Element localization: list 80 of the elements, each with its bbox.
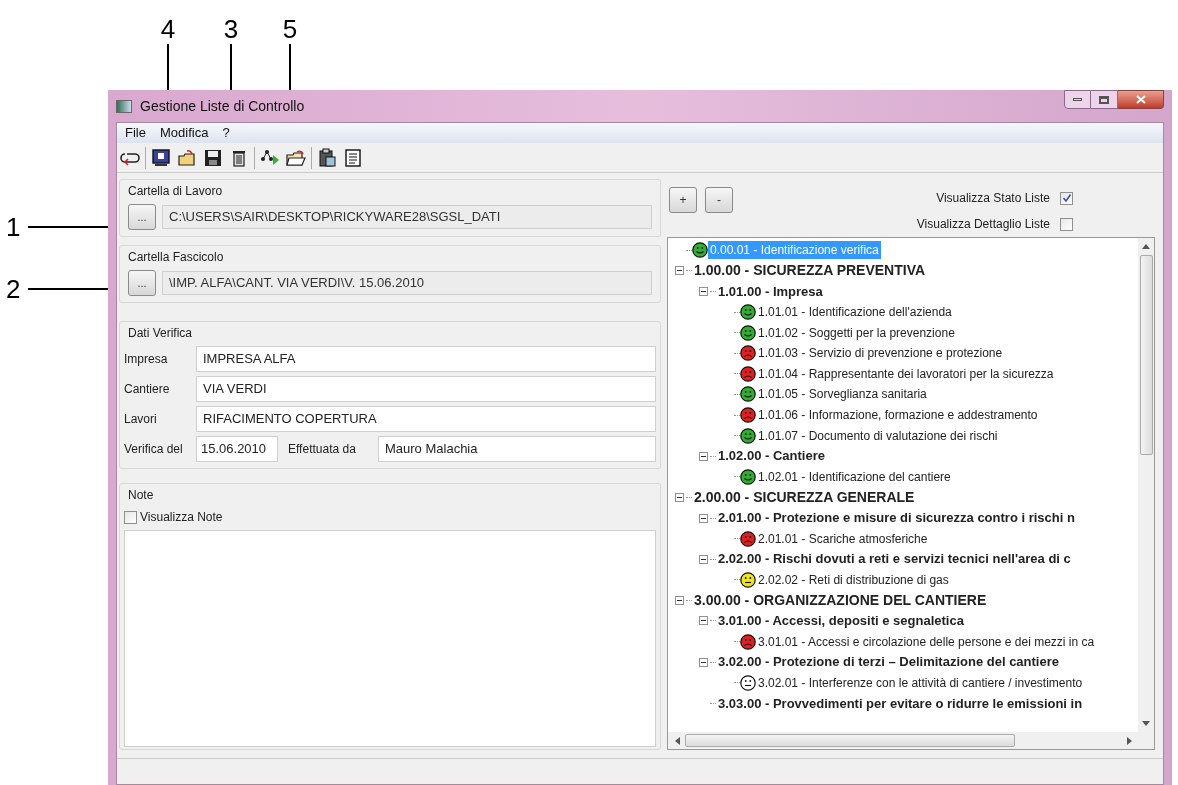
collapse-icon[interactable] bbox=[674, 266, 684, 276]
tree-item[interactable]: 1.01.06 - Informazione, formazione e addestramento bbox=[756, 406, 1040, 425]
tree-item[interactable]: 3.01.01 - Accessi e circolazione delle persone e dei mezzi in ca bbox=[756, 632, 1097, 651]
horizontal-scrollbar[interactable] bbox=[668, 732, 1154, 749]
close-icon bbox=[1135, 95, 1146, 104]
text-field[interactable]: RIFACIMENTO COPERTURA bbox=[196, 406, 656, 432]
text-field[interactable]: VIA VERDI bbox=[196, 376, 656, 402]
window-title: Gestione Liste di Controllo bbox=[140, 96, 305, 116]
path-field[interactable]: \IMP. ALFA\CANT. VIA VERDI\V. 15.06.2010 bbox=[162, 271, 652, 295]
tree-item[interactable]: 2.01.01 - Scariche atmosferiche bbox=[756, 529, 930, 548]
app-icon bbox=[116, 99, 132, 113]
collapse-icon[interactable] bbox=[698, 287, 708, 296]
collapse-icon[interactable] bbox=[698, 554, 708, 564]
tree-item[interactable]: 3.01.00 - Accessi, depositi e segnaletica bbox=[716, 611, 966, 631]
group-title: Cartella Fascicolo bbox=[128, 249, 225, 266]
callout-number: 2 bbox=[6, 274, 22, 304]
menu-item[interactable]: File bbox=[125, 123, 146, 143]
text-field[interactable]: IMPRESA ALFA bbox=[196, 346, 656, 372]
tree-item[interactable]: 1.01.03 - Servizio di prevenzione e protezione bbox=[756, 344, 1005, 363]
monitor-icon[interactable] bbox=[150, 146, 172, 169]
tree-item[interactable]: 3.02.01 - Interferenze con le attività di cantiere / investimento bbox=[756, 673, 1085, 692]
document-icon[interactable] bbox=[342, 146, 364, 169]
menu-item[interactable]: ? bbox=[222, 123, 230, 143]
expand-all-button[interactable]: + bbox=[669, 187, 697, 213]
text-field[interactable]: Mauro Malachia bbox=[378, 436, 656, 462]
tree-item[interactable]: 1.00.00 - SICUREZZA PREVENTIVA bbox=[692, 260, 928, 282]
minimize-button[interactable] bbox=[1064, 90, 1091, 109]
maximize-button[interactable] bbox=[1091, 90, 1118, 109]
scroll-down-icon[interactable] bbox=[1142, 721, 1150, 726]
field-label: Lavori bbox=[124, 411, 158, 428]
tree-item[interactable]: 3.02.00 - Protezione di terzi – Delimitazione del cantiere bbox=[716, 652, 1061, 672]
field-label: Effettuata da bbox=[287, 441, 357, 458]
callout-number: 3 bbox=[222, 14, 240, 44]
tree-item[interactable]: 1.01.04 - Rappresentante dei lavoratori per la sicurezza bbox=[756, 364, 1056, 383]
collapse-icon[interactable] bbox=[674, 492, 684, 502]
callout-number: 1 bbox=[6, 212, 22, 242]
collapse-icon[interactable] bbox=[698, 616, 708, 626]
clipboard-icon[interactable] bbox=[316, 146, 338, 169]
scroll-up-icon[interactable] bbox=[1142, 244, 1150, 249]
collapse-icon[interactable] bbox=[698, 513, 708, 523]
close-button[interactable] bbox=[1118, 90, 1164, 109]
collapse-icon[interactable] bbox=[698, 657, 708, 667]
collapse-icon[interactable] bbox=[698, 451, 708, 461]
scroll-left-icon[interactable] bbox=[675, 736, 680, 745]
tree-item[interactable]: 1.02.01 - Identificazione del cantiere bbox=[756, 467, 953, 486]
browse-button[interactable]: ... bbox=[128, 270, 156, 296]
callout-number: 4 bbox=[159, 14, 177, 44]
tree-item[interactable]: 1.01.01 - Identificazione dell'azienda bbox=[756, 303, 954, 322]
tree-item[interactable]: 1.01.02 - Soggetti per la prevenzione bbox=[756, 323, 957, 342]
tree-item[interactable]: 1.01.00 - Impresa bbox=[716, 281, 825, 302]
checkbox[interactable] bbox=[1060, 217, 1073, 231]
callout-number: 5 bbox=[281, 14, 299, 44]
field-label: Verifica del bbox=[124, 441, 184, 458]
tree-item[interactable]: 2.00.00 - SICUREZZA GENERALE bbox=[692, 486, 917, 508]
field-label: Cantiere bbox=[124, 381, 171, 398]
tree-item[interactable]: 3.03.00 - Provvedimenti per evitare o ridurre le emissioni in bbox=[716, 693, 1085, 714]
scroll-right-icon[interactable] bbox=[1127, 736, 1132, 745]
menu-item[interactable]: Modifica bbox=[159, 123, 209, 143]
checkbox[interactable] bbox=[1060, 191, 1073, 205]
collapse-icon[interactable] bbox=[674, 595, 684, 605]
checkbox[interactable] bbox=[124, 510, 137, 524]
tree-item[interactable]: 1.01.07 - Documento di valutazione dei rischi bbox=[756, 426, 1000, 445]
checkbox-label: Visualizza Stato Liste bbox=[936, 190, 1050, 207]
date-field[interactable]: 15.06.2010 bbox=[196, 436, 278, 462]
field-label: Impresa bbox=[124, 351, 169, 368]
browse-button[interactable]: ... bbox=[128, 204, 156, 230]
vertical-scrollbar[interactable] bbox=[1138, 238, 1154, 732]
tree-item[interactable]: 3.00.00 - ORGANIZZAZIONE DEL CANTIERE bbox=[692, 589, 989, 611]
checkbox-label: Visualizza Dettaglio Liste bbox=[916, 216, 1050, 233]
tree-item[interactable]: 2.02.00 - Rischi dovuti a reti e servizi tecnici nell'area di c bbox=[716, 549, 1073, 569]
checkbox-label: Visualizza Note bbox=[140, 509, 223, 526]
tree-item[interactable]: 1.01.05 - Sorveglianza sanitaria bbox=[756, 385, 929, 404]
group-title: Note bbox=[127, 487, 155, 504]
tree-item[interactable]: 2.02.02 - Reti di distribuzione di gas bbox=[756, 570, 951, 589]
group-title: Dati Verifica bbox=[127, 325, 194, 342]
path-field[interactable]: C:\USERS\SAIR\DESKTOP\RICKYWARE28\SGSL_DATI bbox=[162, 205, 652, 229]
group-title: Cartella di Lavoro bbox=[128, 183, 224, 200]
tree-item[interactable]: 1.02.00 - Cantiere bbox=[716, 446, 827, 466]
tree-item[interactable]: 2.01.00 - Protezione e misure di sicurezza contro i rischi n bbox=[716, 508, 1077, 528]
collapse-all-button[interactable]: - bbox=[705, 187, 733, 213]
